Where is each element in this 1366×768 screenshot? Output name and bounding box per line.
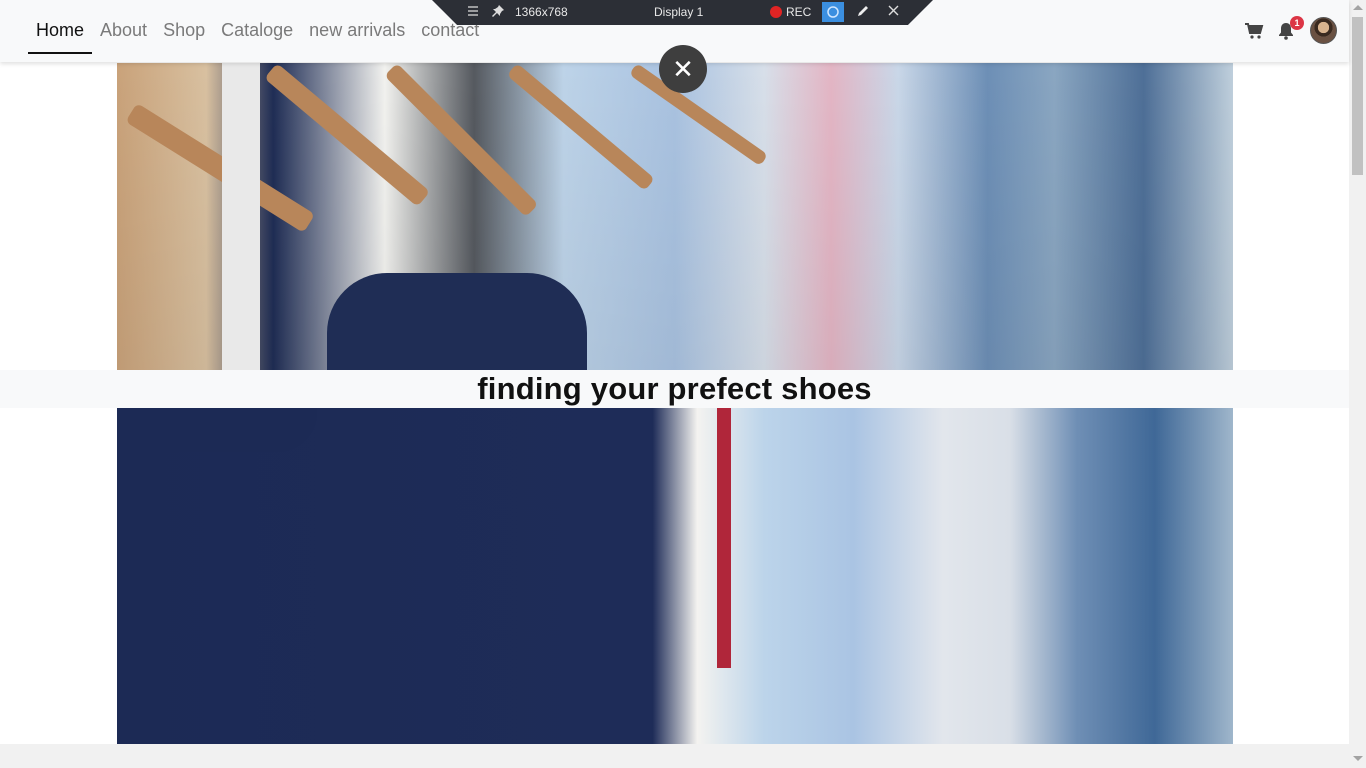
nav-link-home[interactable]: Home bbox=[28, 0, 93, 54]
pin-icon[interactable] bbox=[491, 4, 505, 21]
rack-pole bbox=[222, 63, 260, 370]
collar-shape bbox=[117, 408, 317, 452]
avatar[interactable] bbox=[1310, 17, 1337, 44]
scrollbar-thumb[interactable] bbox=[1352, 17, 1363, 175]
navy-garment-shape bbox=[327, 273, 587, 370]
resolution-label: 1366x768 bbox=[515, 5, 568, 19]
hero-caption: finding your prefect shoes bbox=[477, 371, 872, 406]
close-button[interactable]: ✕ bbox=[659, 45, 707, 93]
close-toolbar-icon[interactable] bbox=[887, 4, 900, 20]
nav-links: Home About Shop Cataloge new arrivals co… bbox=[28, 0, 487, 62]
hero-image-top bbox=[117, 63, 1233, 370]
bell-icon[interactable]: 1 bbox=[1276, 15, 1304, 41]
menu-icon[interactable] bbox=[466, 4, 480, 21]
nav-link-cataloge[interactable]: Cataloge bbox=[213, 0, 301, 54]
page-footer-strip bbox=[0, 744, 1349, 768]
nav-link-shop[interactable]: Shop bbox=[155, 0, 213, 54]
scroll-down-icon[interactable] bbox=[1353, 756, 1363, 761]
cart-icon[interactable] bbox=[1244, 21, 1264, 41]
rec-button[interactable]: REC bbox=[770, 5, 811, 19]
pen-icon[interactable] bbox=[856, 4, 870, 21]
notification-badge: 1 bbox=[1290, 15, 1304, 30]
display-selector[interactable]: Display 1 bbox=[654, 5, 703, 19]
nav-link-about[interactable]: About bbox=[92, 0, 155, 54]
camera-toggle-icon[interactable] bbox=[822, 2, 844, 22]
hero-image-bottom bbox=[117, 408, 1233, 744]
rec-label: REC bbox=[786, 5, 812, 19]
record-dot-icon bbox=[770, 6, 782, 18]
nav-link-new-arrivals[interactable]: new arrivals bbox=[301, 0, 413, 54]
hero-caption-band: finding your prefect shoes bbox=[0, 370, 1349, 408]
nav-right-actions: 1 bbox=[1232, 15, 1337, 44]
scroll-up-icon[interactable] bbox=[1353, 5, 1363, 10]
hanger-shape bbox=[506, 63, 655, 191]
vertical-scrollbar[interactable] bbox=[1349, 0, 1366, 768]
red-garment-edge bbox=[717, 408, 731, 668]
recorder-toolbar: 1366x768 Display 1 REC bbox=[432, 0, 933, 25]
hanger-shape bbox=[125, 103, 316, 233]
